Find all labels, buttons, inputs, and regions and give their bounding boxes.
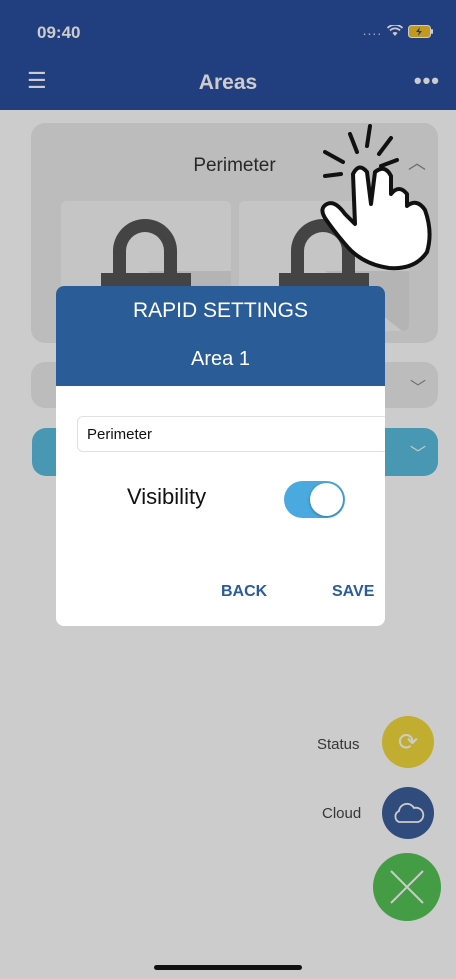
toggle-knob: [310, 483, 343, 516]
visibility-toggle[interactable]: [284, 481, 345, 518]
home-indicator[interactable]: [154, 965, 302, 970]
rapid-settings-dialog: RAPID SETTINGS Area 1 Visibility BACK SA…: [56, 286, 385, 626]
tap-gesture-hand-icon: [320, 124, 432, 271]
area-name-input[interactable]: [77, 416, 385, 452]
dialog-subtitle: Area 1: [191, 348, 250, 370]
dialog-title: RAPID SETTINGS: [132, 299, 309, 322]
back-button[interactable]: BACK: [221, 583, 267, 601]
dialog-header: RAPID SETTINGS Area 1: [56, 286, 385, 386]
visibility-label: Visibility: [127, 484, 207, 509]
save-button[interactable]: SAVE: [332, 583, 374, 601]
